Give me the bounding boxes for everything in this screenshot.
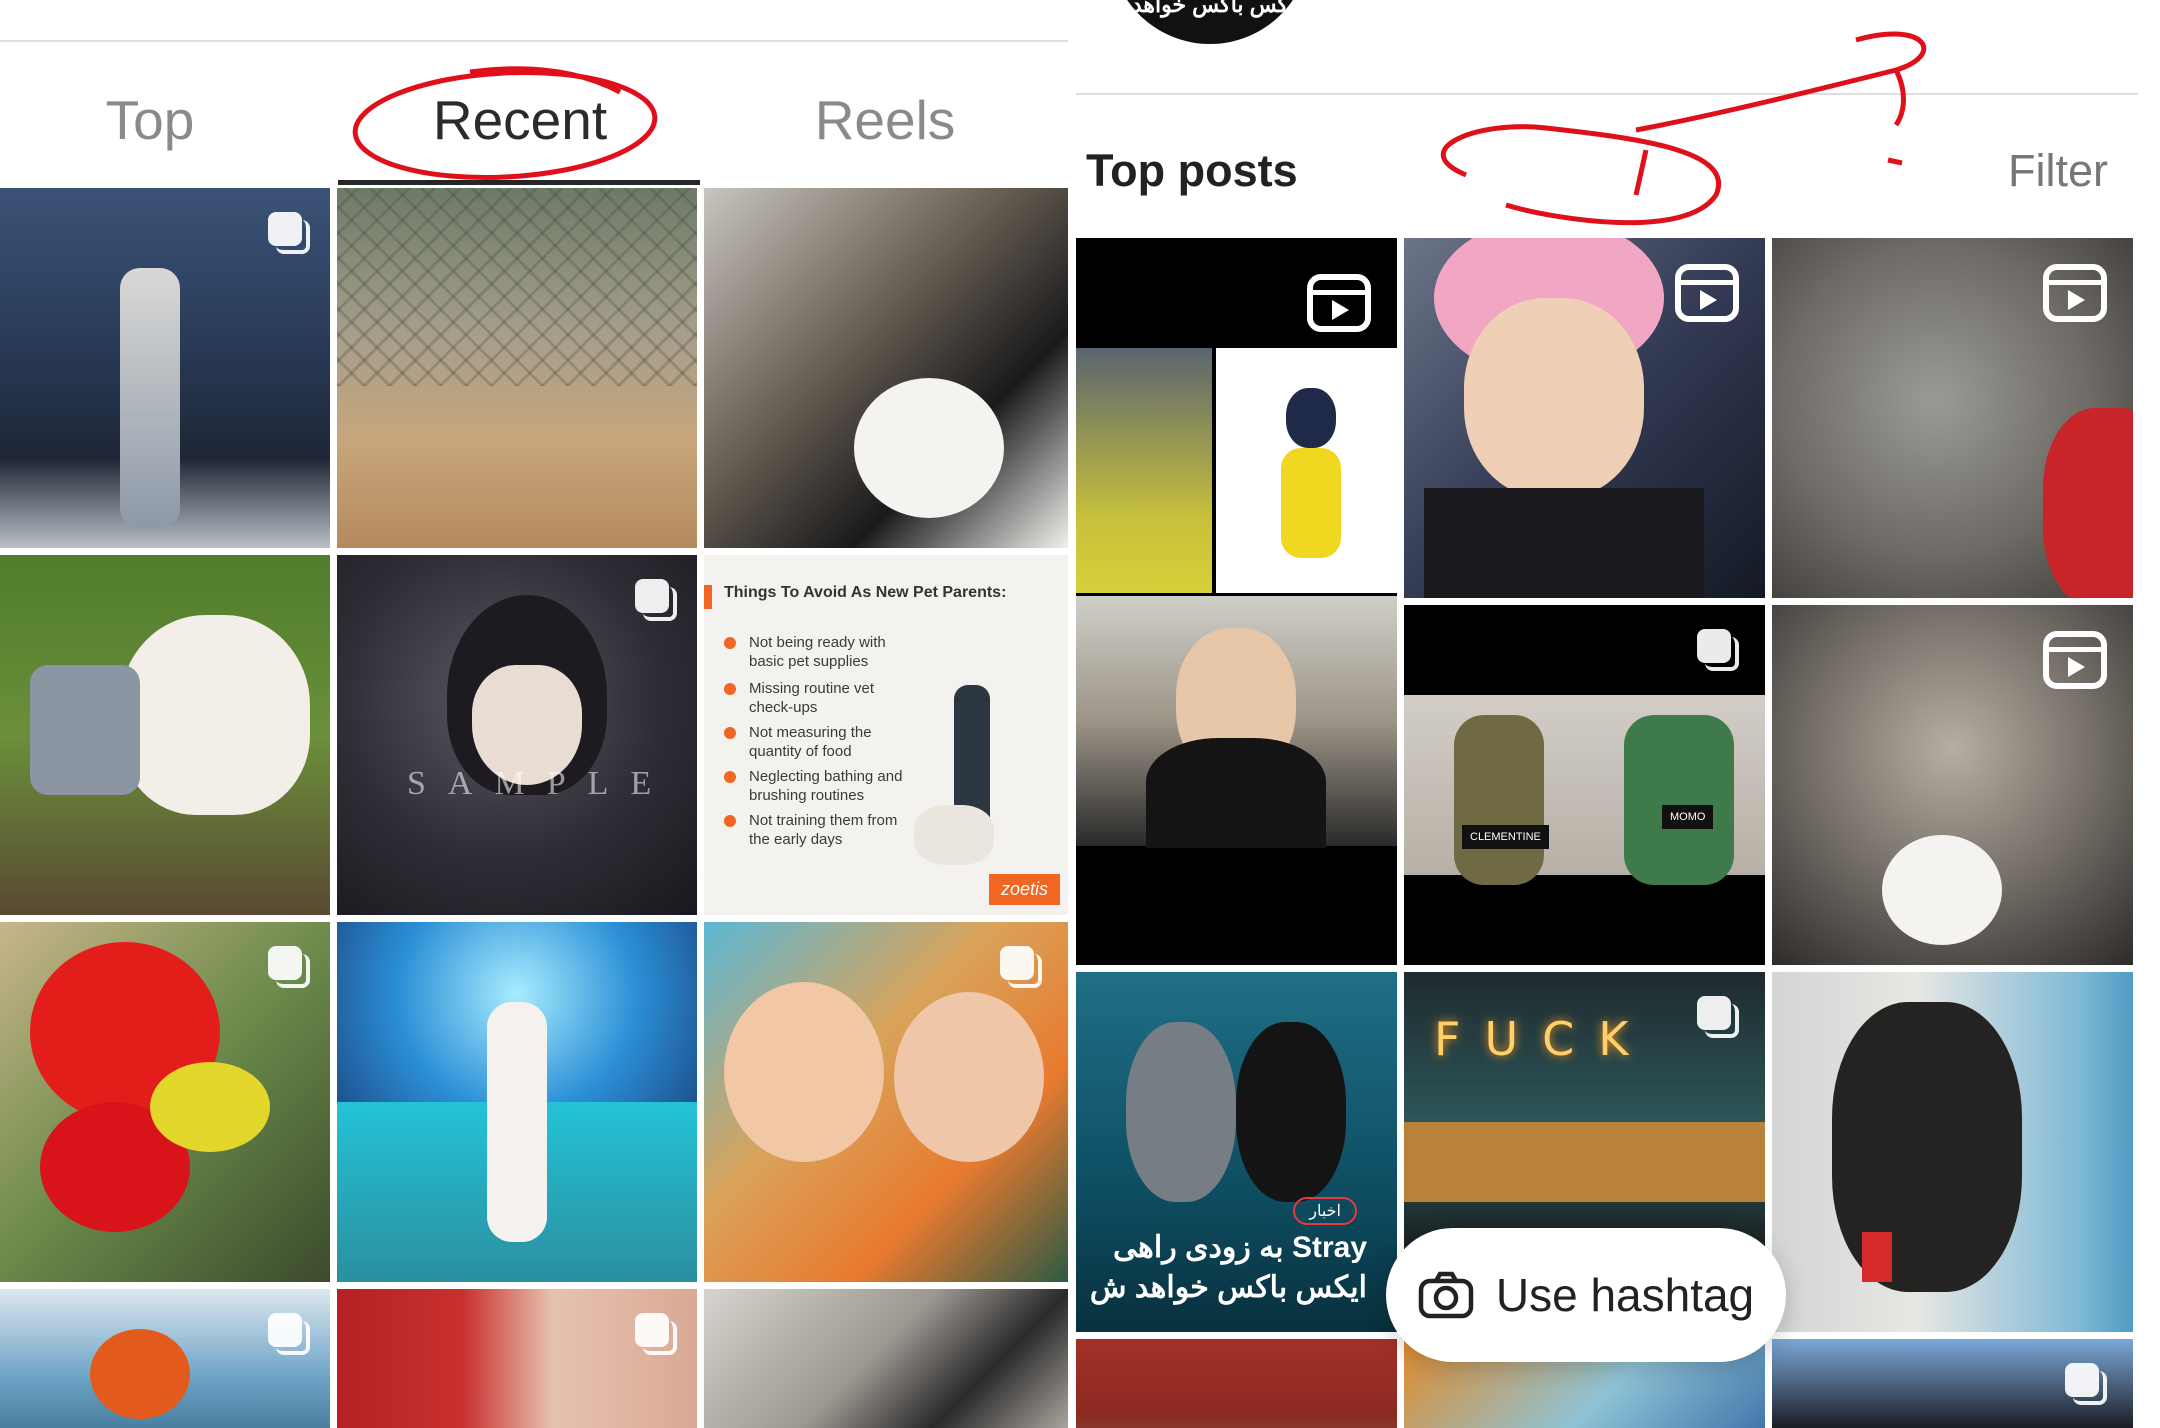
post-thumbnail-tabby-cat[interactable] (1772, 605, 2133, 965)
post-thumbnail-black-cat[interactable] (704, 1289, 1068, 1428)
reel-icon (2043, 264, 2107, 322)
post-card-title: Things To Avoid As New Pet Parents: (724, 584, 1007, 601)
profile-avatar[interactable]: کس باکس خواهد (1110, 0, 1310, 44)
tab-top[interactable]: Top (30, 80, 270, 160)
post-thumbnail-reel-collage[interactable] (1076, 238, 1397, 965)
multi-image-icon (1697, 629, 1741, 673)
post-thumbnail-two-boys[interactable] (704, 922, 1068, 1282)
paw-icon (724, 815, 736, 827)
post-thumbnail-dog-grass[interactable] (0, 555, 330, 915)
post-thumbnail-pet-tips[interactable]: Things To Avoid As New Pet Parents: Not … (704, 555, 1068, 915)
top-divider (0, 40, 1068, 42)
camera-icon (1418, 1271, 1474, 1319)
post-thumbnail-portrait[interactable] (1772, 1339, 2133, 1428)
reel-icon (1307, 274, 1371, 332)
section-title: Top posts (1086, 145, 1298, 196)
multi-image-icon (635, 579, 679, 623)
paw-icon (724, 637, 736, 649)
post-thumbnail-cat-brick[interactable] (1076, 1339, 1397, 1428)
multi-image-icon (1000, 946, 1044, 990)
post-thumbnail-red-rose[interactable] (0, 922, 330, 1282)
top-posts-panel: کس باکس خواهد Top posts Filter CLEMENTIN… (1076, 0, 2160, 1428)
post-thumbnail-anime-guitar[interactable]: SAMPLE (337, 555, 697, 915)
multi-image-icon (268, 1313, 312, 1357)
post-card-item: Not measuring the quantity of food (749, 724, 872, 760)
post-thumbnail-beach-flowers[interactable] (0, 1289, 330, 1428)
use-hashtag-button[interactable]: Use hashtag (1386, 1228, 1786, 1362)
reel-icon (1675, 264, 1739, 322)
post-headline: Stray به زودی راهی (1113, 1231, 1367, 1264)
filter-button[interactable]: Filter (2008, 145, 2108, 197)
post-thumbnail-jeans[interactable] (0, 188, 330, 548)
post-thumbnail-stray-cat[interactable]: اخبار Stray به زودی راهی ایکس باکس خواهد… (1076, 972, 1397, 1332)
use-hashtag-label: Use hashtag (1495, 1269, 1755, 1321)
post-thumbnail-grumpy-cat[interactable] (1772, 238, 2133, 598)
post-headline: ایکس باکس خواهد ش (1089, 1271, 1367, 1304)
post-card-item: Neglecting bathing and brushing routines (749, 768, 903, 804)
neon-sign: FUCK (1434, 1012, 1653, 1066)
post-card-item: Not being ready with basic pet supplies (749, 634, 886, 670)
post-thumbnail-child-fountain[interactable] (337, 922, 697, 1282)
multi-image-icon (268, 946, 312, 990)
mugshot-label: MOMO (1662, 805, 1714, 829)
title-accent (704, 585, 712, 609)
watermark-text: SAMPLE (407, 765, 674, 802)
paw-icon (724, 771, 736, 783)
post-thumbnail-robot-mugshot[interactable]: CLEMENTINE MOMO (1404, 605, 1765, 965)
post-thumbnail-pink-hair-laugh[interactable] (1404, 238, 1765, 598)
recent-grid: SAMPLE Things To Avoid As New Pet Parent… (0, 188, 1068, 1428)
multi-image-icon (2065, 1363, 2109, 1407)
recent-panel: Top Recent Reels SAMPLE Things To Avoid … (0, 0, 1068, 1428)
post-card-item: Missing routine vet check-ups (749, 680, 875, 716)
avatar-text: کس باکس خواهد (1131, 0, 1289, 17)
news-tag: اخبار (1293, 1197, 1357, 1225)
post-thumbnail-red-flower-portrait[interactable] (337, 1289, 697, 1428)
multi-image-icon (1697, 996, 1741, 1040)
mugshot-label: CLEMENTINE (1462, 825, 1549, 849)
header-divider (1076, 93, 2138, 95)
active-tab-indicator (338, 180, 700, 185)
tab-recent[interactable]: Recent (390, 80, 650, 160)
post-thumbnail-woman-dog[interactable] (704, 188, 1068, 548)
post-thumbnail-dog-shelter[interactable] (337, 188, 697, 548)
reel-icon (2043, 631, 2107, 689)
post-card-item: Not training them from the early days (749, 812, 898, 848)
paw-icon (724, 683, 736, 695)
post-thumbnail-pug[interactable] (1772, 972, 2133, 1332)
multi-image-icon (268, 212, 312, 256)
multi-image-icon (635, 1313, 679, 1357)
tab-reels[interactable]: Reels (770, 80, 1000, 160)
paw-icon (724, 727, 736, 739)
brand-logo: zoetis (988, 874, 1060, 905)
